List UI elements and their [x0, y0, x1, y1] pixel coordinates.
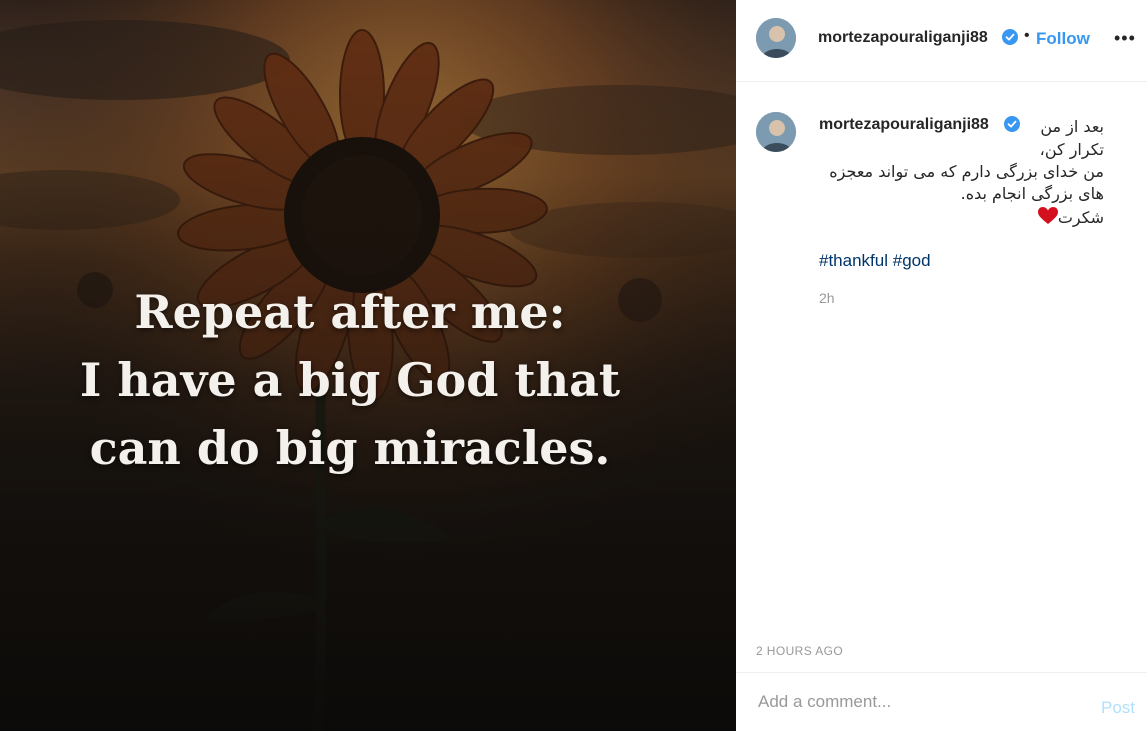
avatar-icon — [756, 18, 796, 58]
avatar-icon — [756, 112, 796, 152]
more-options-icon[interactable]: ••• — [1114, 28, 1136, 49]
quote-line: I have a big God that — [79, 353, 621, 407]
caption-line-last: شکرت — [804, 207, 1104, 227]
hashtag-link[interactable]: #thankful — [819, 251, 888, 270]
image-quote-text: Repeat after me: I have a big God that c… — [0, 278, 700, 482]
header-username[interactable]: mortezapouraliganji88 — [818, 29, 988, 47]
caption-line: بعد از من — [1040, 117, 1104, 136]
caption-time-ago[interactable]: 2h — [819, 290, 835, 306]
hashtags: #thankful #god — [819, 251, 931, 271]
caption-line: تکرار کن، — [1039, 140, 1104, 159]
red-heart-icon — [1037, 207, 1058, 224]
avatar[interactable] — [756, 112, 796, 152]
separator-dot: • — [1024, 27, 1030, 44]
post-timestamp[interactable]: 2 HOURS AGO — [756, 644, 843, 658]
post-image[interactable]: Repeat after me: I have a big God that c… — [0, 0, 736, 731]
caption-line-text: شکرت — [1057, 208, 1104, 227]
follow-button[interactable]: Follow — [1036, 29, 1090, 49]
post-comment-button[interactable]: Post — [1101, 698, 1135, 718]
avatar[interactable] — [756, 18, 796, 58]
caption-line: من خدای بزرگی دارم که می تواند معجزه — [829, 162, 1104, 181]
comment-input[interactable] — [756, 689, 1060, 715]
caption-line: های بزرگی انجام بده. — [960, 184, 1104, 203]
quote-line: can do big miracles. — [89, 421, 611, 475]
quote-line: Repeat after me: — [134, 285, 566, 339]
post-header: mortezapouraliganji88 • Follow ••• — [736, 0, 1147, 82]
comment-bar: Post — [736, 672, 1147, 731]
hashtag-link[interactable]: #god — [893, 251, 931, 270]
verified-badge-icon — [1002, 29, 1018, 45]
post-side-panel: mortezapouraliganji88 • Follow ••• morte… — [736, 0, 1147, 731]
